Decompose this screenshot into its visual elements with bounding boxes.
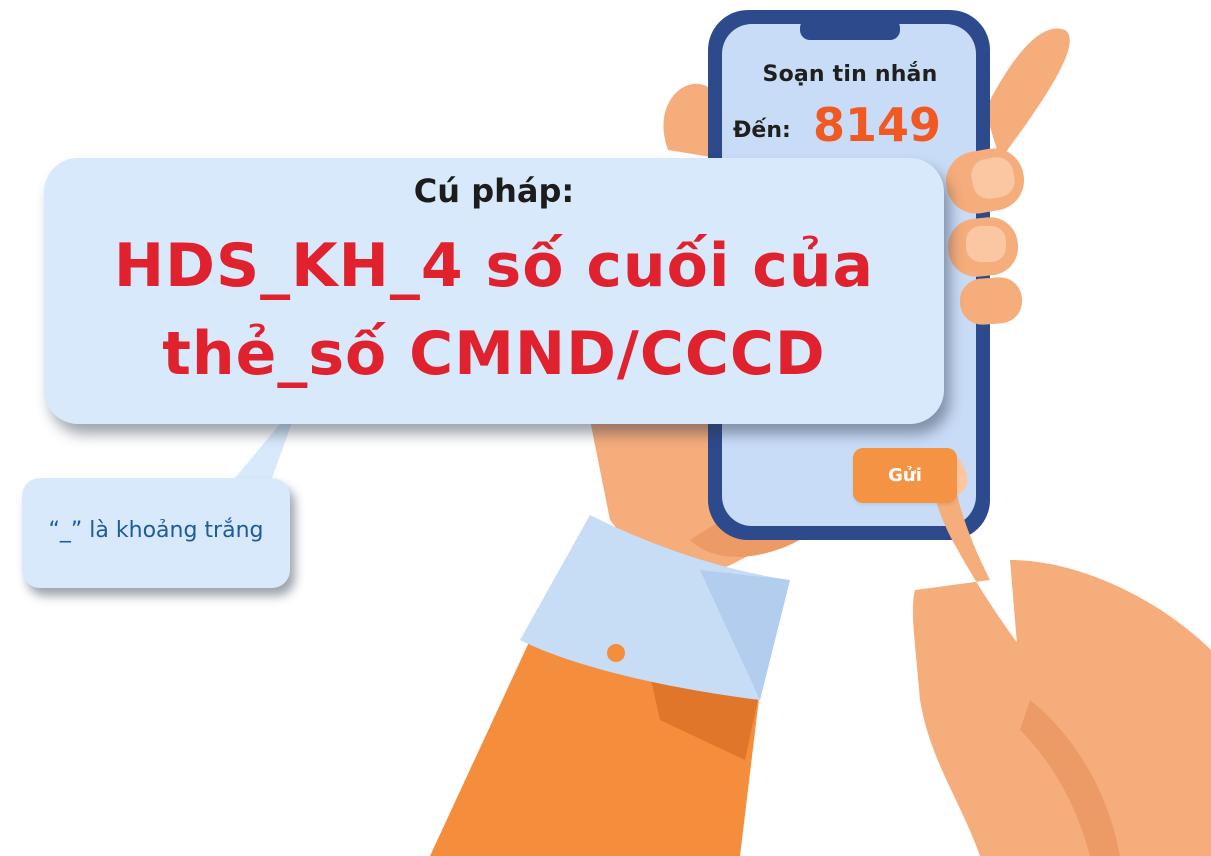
recipient-number: 8149 (813, 98, 942, 152)
finger-2-nail (966, 226, 1006, 262)
phone-notch (800, 18, 900, 40)
recipient-label: Đến: (733, 118, 791, 143)
space-note-text: “_” là khoảng trắng (48, 518, 264, 543)
top-finger-right (985, 28, 1070, 160)
send-button[interactable]: Gửi (853, 448, 957, 503)
syntax-line-1: HDS_KH_4 số cuối của (113, 231, 875, 301)
syntax-heading: Cú pháp: (413, 172, 575, 210)
illustration (230, 10, 1211, 856)
cuff-button (607, 644, 625, 662)
sms-compose-title: Soạn tin nhắn (762, 62, 938, 87)
syntax-line-2: thẻ_số CMND/CCCD (162, 319, 826, 389)
